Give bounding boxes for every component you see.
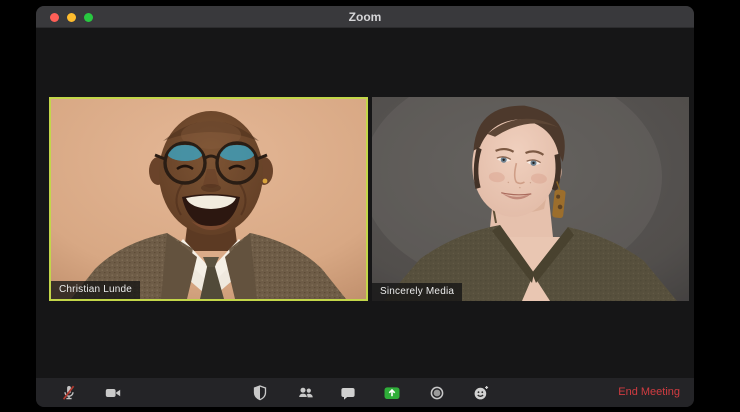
meeting-area: Christian Lunde Sincerely Media xyxy=(36,28,694,378)
video-camera-icon xyxy=(105,388,121,397)
participant-name-label: Sincerely Media xyxy=(372,283,463,301)
participant-video-man xyxy=(51,99,366,299)
record-button[interactable] xyxy=(423,378,451,407)
end-meeting-button[interactable]: End Meeting xyxy=(618,378,680,407)
record-icon xyxy=(430,386,444,399)
zoom-app-window: Zoom Christian Lunde Sincerely Media End… xyxy=(36,6,694,407)
video-button[interactable] xyxy=(99,378,127,407)
titlebar[interactable]: Zoom xyxy=(36,6,694,28)
participant-video-woman xyxy=(372,97,689,301)
chat-button[interactable] xyxy=(334,378,362,407)
mute-button[interactable] xyxy=(55,378,83,407)
share-screen-icon xyxy=(384,386,400,399)
reactions-smiley-icon xyxy=(474,385,489,399)
desktop: { "window": { "title": "Zoom", "controls… xyxy=(0,0,740,412)
participant-name-label: Christian Lunde xyxy=(51,281,141,299)
window-title: Zoom xyxy=(348,10,382,24)
shield-icon xyxy=(253,384,267,400)
security-button[interactable] xyxy=(246,378,274,407)
chat-bubble-icon xyxy=(341,387,355,400)
share-screen-button[interactable] xyxy=(378,378,406,407)
video-tile-christian-lunde[interactable]: Christian Lunde xyxy=(49,97,368,301)
meeting-toolbar: End Meeting xyxy=(36,378,694,407)
video-tile-sincerely-media[interactable]: Sincerely Media xyxy=(372,97,689,301)
reactions-button[interactable] xyxy=(467,378,495,407)
microphone-muted-icon xyxy=(62,385,75,400)
participants-button[interactable] xyxy=(292,378,320,407)
participants-icon xyxy=(298,387,313,398)
